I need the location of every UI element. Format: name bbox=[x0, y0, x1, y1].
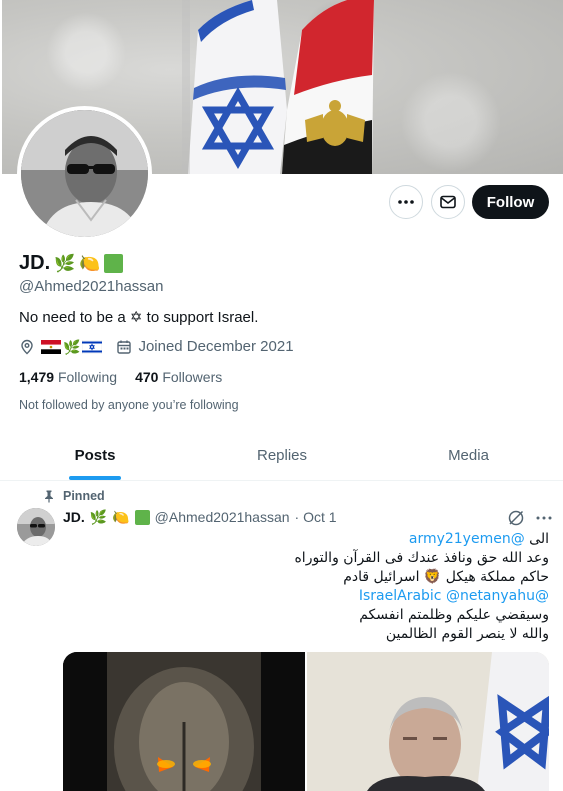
pinned-indicator: Pinned bbox=[43, 489, 105, 503]
following-count: 1,479 bbox=[19, 369, 55, 385]
follow-button[interactable]: Follow bbox=[472, 185, 549, 219]
green-square-icon bbox=[104, 254, 124, 273]
follow-counts: 1,479 Following 470 Followers bbox=[19, 369, 222, 385]
lemon-icon: 🍋 bbox=[112, 509, 130, 525]
tweet-line: وعد الله حق ونافذ عندك فى القرآن والتورا… bbox=[294, 550, 549, 566]
more-icon bbox=[398, 200, 414, 204]
message-button[interactable] bbox=[431, 185, 465, 219]
tweet-line: وسيقضي عليكم وظلمتم انفسكم bbox=[359, 607, 549, 623]
olive-branch-icon: 🌿 bbox=[54, 254, 76, 273]
pinned-label: Pinned bbox=[63, 489, 105, 503]
more-options-button[interactable] bbox=[389, 185, 423, 219]
israel-flag-icon bbox=[82, 339, 103, 354]
followers-count: 470 bbox=[135, 369, 159, 385]
tweet-line: والله لا ينصر القوم الظالمين bbox=[385, 626, 549, 642]
followers-link[interactable]: 470 Followers bbox=[135, 369, 222, 385]
tweet-line: الى @army21yemen bbox=[79, 530, 549, 549]
more-icon[interactable] bbox=[535, 509, 553, 527]
tweet-author-handle[interactable]: @Ahmed2021hassan bbox=[155, 509, 290, 525]
egypt-flag-icon bbox=[41, 339, 61, 354]
tweet-header: JD. 🌿 🍋 @Ahmed2021hassan · Oct 1 bbox=[63, 509, 337, 525]
mention-links[interactable]: @IsraelArabic @netanyahu bbox=[79, 587, 549, 606]
tab-posts[interactable]: Posts bbox=[0, 431, 190, 480]
lion-image[interactable] bbox=[63, 652, 305, 791]
following-link[interactable]: 1,479 Following bbox=[19, 369, 117, 385]
tab-replies[interactable]: Replies bbox=[190, 431, 374, 480]
profile-tabs: Posts Replies Media bbox=[0, 431, 563, 481]
mention-link[interactable]: @army21yemen bbox=[409, 531, 525, 547]
calendar-icon bbox=[117, 340, 132, 354]
tweet-date[interactable]: · Oct 1 bbox=[295, 509, 337, 525]
display-name: JD. 🌿 🍋 bbox=[19, 252, 124, 275]
mail-icon bbox=[440, 195, 456, 209]
profile-page: Follow JD. 🌿 🍋 @Ahmed2021hassan No need … bbox=[0, 0, 563, 791]
profile-avatar[interactable] bbox=[17, 106, 152, 241]
tweet-media bbox=[63, 652, 549, 791]
olive-branch-icon: 🌿 bbox=[63, 338, 81, 355]
profile-bio: No need to be a ✡ to support Israel. bbox=[19, 309, 259, 326]
pin-icon bbox=[45, 490, 53, 502]
profile-meta: 🌿 Joined December 2021 bbox=[19, 338, 294, 355]
tweet-tools bbox=[507, 509, 553, 527]
tweet-line-prefix: الى bbox=[524, 531, 549, 547]
tab-media[interactable]: Media bbox=[374, 431, 563, 480]
netanyahu-image[interactable] bbox=[307, 652, 549, 791]
display-name-text: JD. bbox=[19, 252, 51, 274]
profile-handle: @Ahmed2021hassan bbox=[19, 278, 164, 295]
location-flags: 🌿 bbox=[41, 338, 103, 355]
tweet-author-name[interactable]: JD. bbox=[63, 509, 85, 525]
joined-date: Joined December 2021 bbox=[138, 338, 294, 355]
avatar-photo bbox=[21, 110, 148, 237]
grok-icon[interactable] bbox=[507, 509, 525, 527]
olive-branch-icon: 🌿 bbox=[89, 509, 108, 525]
tweet-text: الى @army21yemen وعد الله حق ونافذ عندك … bbox=[79, 530, 549, 644]
tweet-author-avatar[interactable] bbox=[17, 508, 55, 546]
not-followed-note: Not followed by anyone you’re following bbox=[19, 398, 239, 412]
lemon-icon: 🍋 bbox=[79, 254, 101, 273]
following-label: Following bbox=[57, 369, 118, 385]
green-square-icon bbox=[134, 509, 150, 525]
location-icon bbox=[21, 339, 33, 354]
tweet-line: حاكم مملكة هيكل 🦁 اسرائيل قادم bbox=[343, 569, 549, 585]
followers-label: Followers bbox=[162, 369, 223, 385]
